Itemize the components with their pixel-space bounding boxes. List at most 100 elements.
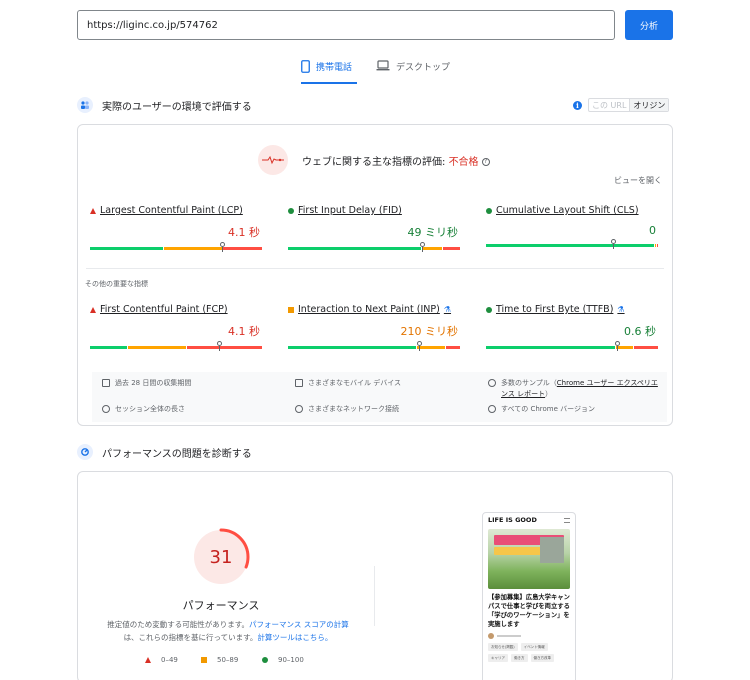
calendar-icon xyxy=(102,379,110,387)
info-period-text: 過去 28 日間の収集期間 xyxy=(115,379,192,387)
good-segment xyxy=(288,247,421,250)
poor-triangle-icon xyxy=(90,306,96,313)
menu-icon xyxy=(564,517,570,523)
preview-hero-image xyxy=(488,529,570,589)
good-segment xyxy=(288,346,416,349)
diagnose-heading: パフォーマンスの問題を診断する xyxy=(77,444,252,460)
legend-poor-range: 0–49 xyxy=(161,656,178,664)
preview-headline: 【参加募集】広島大学キャンパスで仕事と学びを両立する「学びのワーケーション」を実… xyxy=(488,594,570,628)
ni-segment xyxy=(128,346,187,349)
wifi-icon xyxy=(295,405,303,413)
distribution-bar xyxy=(486,239,658,249)
diagnose-title: パフォーマンスの問題を診断する xyxy=(102,448,252,460)
tab-mobile[interactable]: 携帯電話 xyxy=(301,58,357,84)
expand-view-link[interactable]: ビューを開く xyxy=(614,175,662,186)
poor-segment xyxy=(222,247,262,250)
metric-name-text: Largest Contentful Paint (LCP) xyxy=(100,205,243,216)
metric-name[interactable]: Largest Contentful Paint (LCP) xyxy=(90,205,262,216)
metric-name-text: Time to First Byte (TTFB) xyxy=(496,304,614,315)
legend-ni: 50–89 xyxy=(201,656,238,664)
metric-other-2: Time to First Byte (TTFB) ⚗ 0.6 秒 xyxy=(486,304,658,351)
help-icon[interactable]: ? xyxy=(481,157,490,166)
info-session-text: セッション全体の長さ xyxy=(115,405,185,413)
diagnose-card: 31 パフォーマンス 推定値のため変動する可能性があります。パフォーマンス スコ… xyxy=(77,471,673,680)
metric-value: 0.6 秒 xyxy=(624,325,656,338)
preview-author xyxy=(488,633,570,639)
metric-value: 49 ミリ秒 xyxy=(407,226,459,239)
info-network-text: さまざまなネットワーク接続 xyxy=(308,405,399,413)
phone-icon xyxy=(301,60,310,73)
tab-desktop[interactable]: デスクトップ xyxy=(376,58,456,84)
tab-desktop-label: デスクトップ xyxy=(396,63,451,73)
avatar xyxy=(488,633,494,639)
field-data-title: 実際のユーザーの環境で評価する xyxy=(102,101,252,113)
cwv-assessment: ウェブに関する主な指標の評価: 不合格? xyxy=(258,145,490,175)
tab-mobile-label: 携帯電話 xyxy=(316,63,353,73)
metric-name[interactable]: Interaction to Next Paint (INP) ⚗ xyxy=(288,304,460,315)
metric-value: 4.1 秒 xyxy=(228,226,260,239)
info-session: セッション全体の長さ xyxy=(102,404,185,415)
legend-ni-range: 50–89 xyxy=(217,656,239,664)
good-segment xyxy=(90,346,128,349)
ni-square-icon xyxy=(201,657,207,663)
url-input[interactable] xyxy=(77,10,615,40)
good-circle-icon xyxy=(288,207,294,214)
device-tabs: 携帯電話 デスクトップ xyxy=(0,58,750,84)
performance-note: 推定値のため変動する可能性があります。パフォーマンス スコアの計算は、これらの指… xyxy=(93,618,363,644)
experimental-flask-icon: ⚗ xyxy=(443,305,452,314)
metric-name-text: Cumulative Layout Shift (CLS) xyxy=(496,205,639,216)
good-segment xyxy=(486,244,655,247)
distribution-bar xyxy=(288,341,460,351)
stopwatch-icon xyxy=(102,405,110,413)
distribution-bar xyxy=(288,242,460,252)
field-data-heading: 実際のユーザーの環境で評価する xyxy=(77,97,252,113)
metric-name[interactable]: Time to First Byte (TTFB) ⚗ xyxy=(486,304,658,315)
samples-suffix: ） xyxy=(545,390,553,398)
assessment-text: ウェブに関する主な指標の評価: 不合格? xyxy=(302,153,490,168)
ni-segment xyxy=(416,346,446,349)
p75-marker xyxy=(220,242,226,252)
good-segment xyxy=(90,247,164,250)
devices-icon xyxy=(295,379,303,387)
p75-marker xyxy=(416,341,422,351)
note-text-1: 推定値のため変動する可能性があります。 xyxy=(107,620,249,629)
metric-name[interactable]: Cumulative Layout Shift (CLS) xyxy=(486,205,658,216)
metric-core-0: Largest Contentful Paint (LCP) 4.1 秒 xyxy=(90,205,262,252)
good-circle-icon xyxy=(262,657,268,663)
preview-tag: イベント情報 xyxy=(520,643,548,651)
metric-value: 210 ミリ秒 xyxy=(400,325,459,338)
info-icon[interactable]: i xyxy=(573,100,582,110)
ni-segment xyxy=(655,244,657,247)
preview-logo: LIFE IS GOOD xyxy=(488,516,537,524)
metric-name[interactable]: First Contentful Paint (FCP) xyxy=(90,304,262,315)
p75-marker xyxy=(614,341,620,351)
metric-name-text: First Contentful Paint (FCP) xyxy=(100,304,228,315)
distribution-bar xyxy=(90,242,262,252)
preview-tag: キャリア xyxy=(488,654,508,662)
analyze-button[interactable]: 分析 xyxy=(625,10,673,40)
ni-segment xyxy=(164,247,222,250)
author-line xyxy=(497,635,521,637)
preview-tags: お知らせ(掲載) イベント情報 キャリア 働き方 働き方改革 xyxy=(488,643,570,662)
calculator-link[interactable]: 計算ツールはこちら。 xyxy=(257,633,332,642)
metric-name[interactable]: First Input Delay (FID) xyxy=(288,205,460,216)
hero-building xyxy=(540,537,564,563)
poor-segment xyxy=(657,244,658,247)
url-origin-toggle: i この URL オリジン xyxy=(573,98,670,112)
chrome-icon xyxy=(488,405,496,413)
p75-marker xyxy=(217,341,222,351)
legend-good-range: 90–100 xyxy=(278,656,304,664)
toggle-origin[interactable]: オリジン xyxy=(630,99,669,111)
failed-pulse-icon xyxy=(258,145,288,175)
other-metrics-label: その他の重要な指標 xyxy=(85,280,148,288)
legend-poor: 0–49 xyxy=(145,656,178,664)
p75-marker xyxy=(611,239,617,249)
score-calc-link[interactable]: パフォーマンス スコアの計算 xyxy=(249,620,349,629)
toggle-this-url[interactable]: この URL xyxy=(589,99,631,111)
diagnose-icon xyxy=(77,444,93,460)
note-text-2: は、これらの指標を基に行っています。 xyxy=(123,633,258,642)
info-devices-text: さまざまなモバイル デバイス xyxy=(308,379,402,387)
metric-other-0: First Contentful Paint (FCP) 4.1 秒 xyxy=(90,304,262,351)
metric-core-1: First Input Delay (FID) 49 ミリ秒 xyxy=(288,205,460,252)
poor-segment xyxy=(443,247,460,250)
